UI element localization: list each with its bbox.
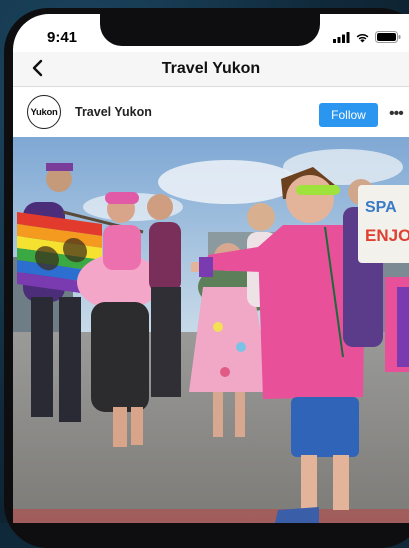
status-time: 9:41 [47, 29, 78, 46]
sign-text: ENJO [365, 226, 409, 245]
avatar-logo-text: Yukon [30, 106, 58, 118]
account-avatar[interactable]: Yukon [27, 95, 61, 129]
post-photo[interactable]: SPA ENJO [13, 137, 409, 523]
pride-parade-image: SPA ENJO [13, 137, 409, 523]
battery-icon [375, 31, 401, 43]
status-icons [333, 31, 401, 43]
sign-text-top: SPA [365, 199, 397, 216]
account-name[interactable]: Travel Yukon [75, 105, 152, 119]
more-options-icon[interactable]: ••• [389, 105, 404, 123]
phone-notch [100, 14, 320, 46]
follow-button[interactable]: Follow [319, 103, 378, 127]
post-header: Yukon Travel Yukon Follow ••• [13, 87, 409, 137]
wifi-icon [356, 33, 369, 42]
nav-title: Travel Yukon [161, 60, 261, 77]
navigation-bar: Travel Yukon [13, 52, 409, 86]
signal-icon [333, 31, 350, 43]
